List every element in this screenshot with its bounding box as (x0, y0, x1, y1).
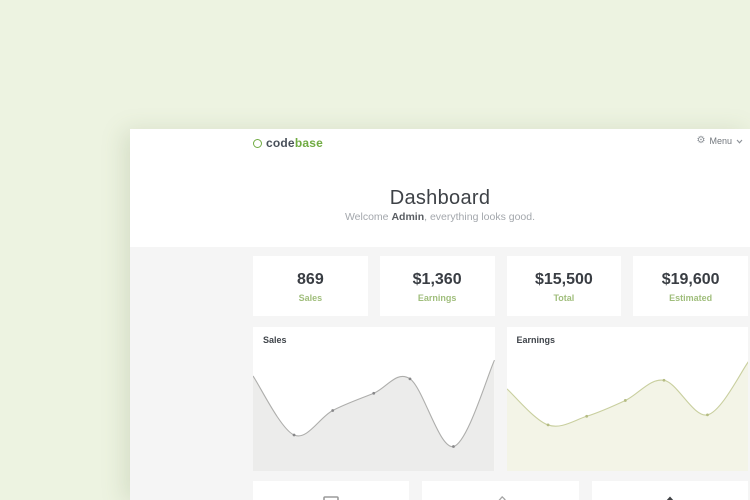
menu-label: Menu (709, 136, 732, 146)
stat-value: $15,500 (507, 271, 622, 289)
stat-label: Total (507, 293, 622, 303)
welcome-username: Admin (391, 211, 424, 223)
stats-row: 869 Sales $1,360 Earnings $15,500 Total … (253, 256, 748, 316)
monitor-icon (323, 496, 339, 500)
stat-card-total: $15,500 Total (507, 256, 622, 316)
widget-card-3[interactable] (592, 481, 748, 500)
earnings-area-chart (507, 327, 749, 471)
widget-card-1[interactable] (253, 481, 409, 500)
chevron-down-icon (736, 139, 743, 144)
logo-text: codebase (266, 136, 323, 150)
stat-card-sales: 869 Sales (253, 256, 368, 316)
menu-button[interactable]: ⚙ Menu (697, 136, 743, 146)
stat-value: $19,600 (633, 271, 748, 289)
sales-area-chart (253, 327, 495, 471)
stat-label: Estimated (633, 293, 748, 303)
logo-suffix: base (295, 136, 323, 150)
widgets-row (253, 481, 748, 500)
stat-card-earnings: $1,360 Earnings (380, 256, 495, 316)
gear-icon: ⚙ (697, 136, 706, 146)
stat-label: Earnings (380, 293, 495, 303)
logo[interactable]: codebase (253, 136, 323, 150)
page-title: Dashboard (130, 187, 750, 210)
logo-icon (253, 139, 262, 148)
earnings-chart-panel: Earnings (507, 327, 749, 471)
widget-card-2[interactable] (422, 481, 578, 500)
app-header: codebase ⚙ Menu Dashboard Welcome Admin,… (130, 129, 750, 247)
page-subtitle: Welcome Admin, everything looks good. (130, 211, 750, 223)
sales-chart-panel: Sales (253, 327, 495, 471)
stat-label: Sales (253, 293, 368, 303)
stat-card-estimated: $19,600 Estimated (633, 256, 748, 316)
welcome-post: , everything looks good. (424, 211, 535, 223)
stat-value: $1,360 (380, 271, 495, 289)
app-window: codebase ⚙ Menu Dashboard Welcome Admin,… (130, 129, 750, 500)
chart-title: Earnings (517, 335, 556, 345)
welcome-pre: Welcome (345, 211, 392, 223)
logo-prefix: code (266, 136, 295, 150)
charts-row: Sales Earnings (253, 327, 748, 471)
arrow-up-icon (662, 496, 678, 500)
stat-value: 869 (253, 271, 368, 289)
chart-title: Sales (263, 335, 287, 345)
pencil-icon (492, 496, 508, 500)
